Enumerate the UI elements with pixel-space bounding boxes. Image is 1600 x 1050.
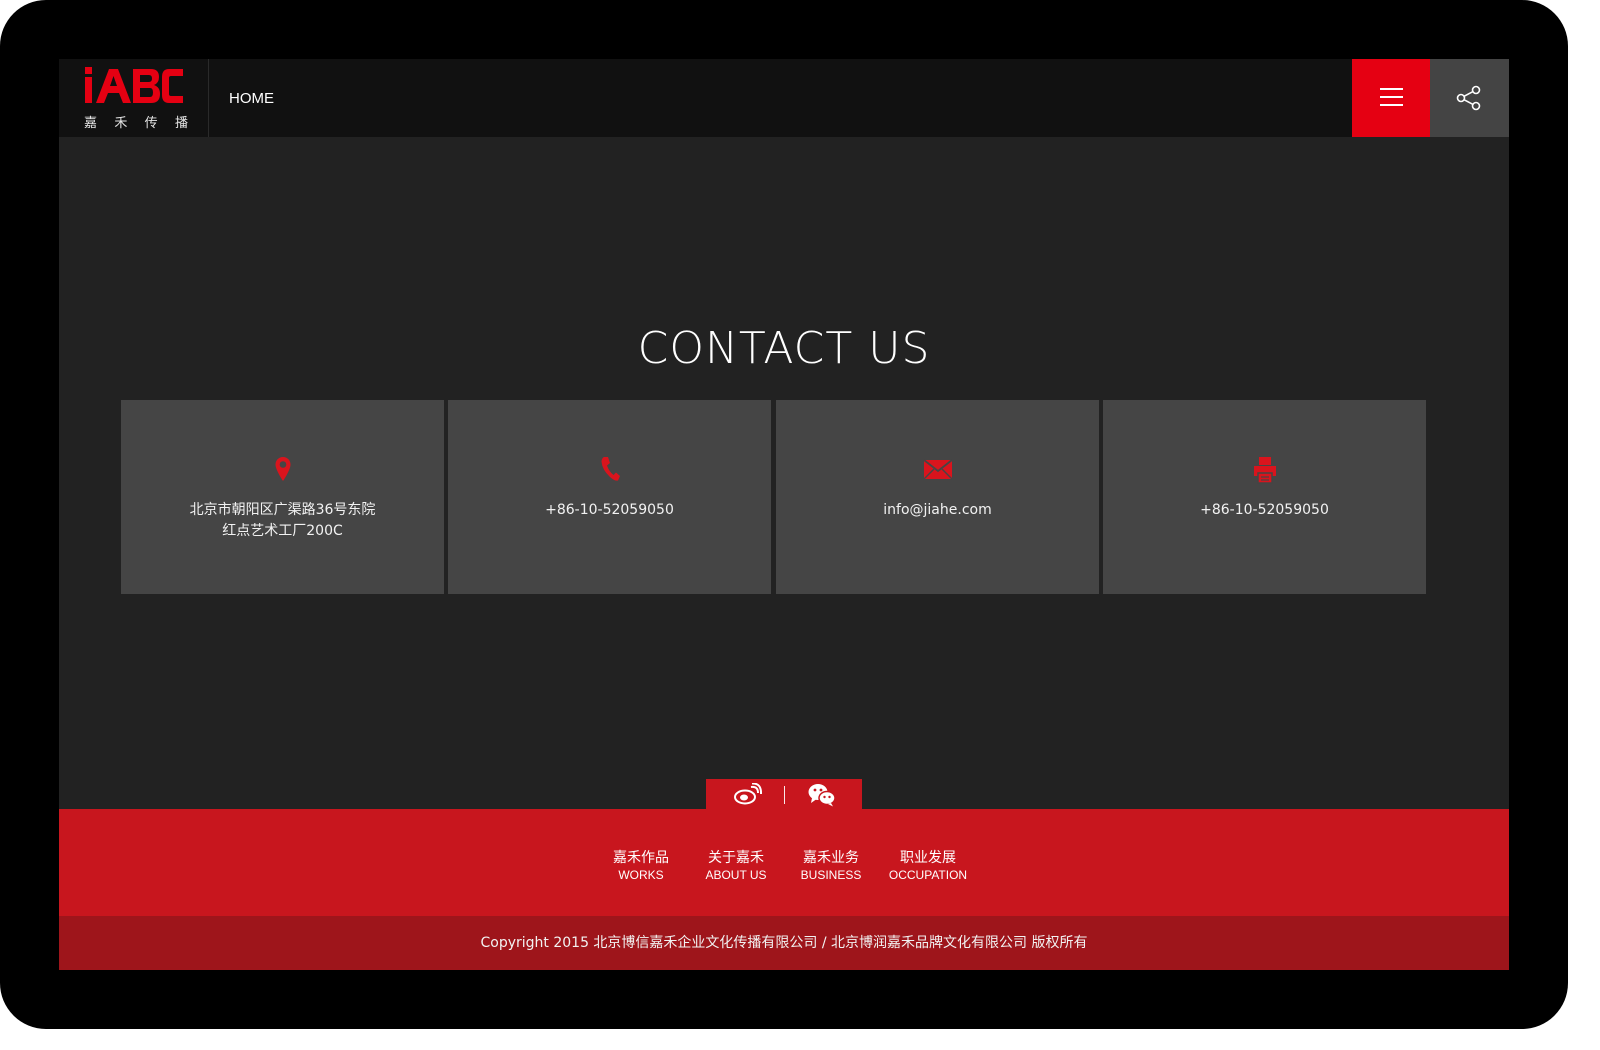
social-divider: [784, 786, 785, 804]
hamburger-icon: [1380, 96, 1403, 98]
logo-char: 禾: [114, 116, 128, 131]
footer-nav-cn: 关于嘉禾: [708, 850, 764, 866]
copyright-text: Copyright 2015 北京博信嘉禾企业文化传播有限公司 / 北京博润嘉禾…: [59, 916, 1509, 970]
location-pin-icon: [121, 456, 444, 486]
footer-nav-cn: 职业发展: [900, 850, 956, 866]
contact-card-phone: +86-10-52059050: [448, 400, 771, 594]
footer-nav-business[interactable]: 嘉禾业务 BUSINESS: [791, 849, 871, 883]
address-text: 北京市朝阳区广渠路36号东院 红点艺术工厂200C: [121, 500, 444, 542]
footer-nav-occupation[interactable]: 职业发展 OCCUPATION: [883, 849, 973, 883]
footer-nav-en: BUSINESS: [800, 868, 862, 882]
footer-nav-about[interactable]: 关于嘉禾 ABOUT US: [696, 849, 776, 883]
printer-icon: [1103, 456, 1426, 486]
share-icon: [1456, 85, 1481, 111]
top-header: 嘉 禾 传 播 HOME: [59, 59, 1509, 137]
footer-nav-en: WORKS: [618, 868, 664, 882]
email-icon: [776, 456, 1099, 486]
share-button[interactable]: [1430, 59, 1509, 137]
email-text[interactable]: info@jiahe.com: [776, 500, 1099, 521]
logo-char: 嘉: [84, 116, 98, 131]
phone-text[interactable]: +86-10-52059050: [448, 500, 771, 521]
phone-icon: [448, 456, 771, 486]
footer-nav-en: ABOUT US: [705, 868, 767, 882]
social-links: [706, 779, 862, 809]
wechat-icon[interactable]: [808, 783, 836, 812]
menu-button[interactable]: [1352, 59, 1430, 137]
contact-card-address: 北京市朝阳区广渠路36号东院 红点艺术工厂200C: [121, 400, 444, 594]
footer-nav-cn: 嘉禾作品: [613, 850, 669, 866]
footer-nav-en: OCCUPATION: [888, 868, 968, 882]
page-title: CONTACT US: [637, 323, 931, 374]
contact-cards: 北京市朝阳区广渠路36号东院 红点艺术工厂200C +86-10-5205905…: [121, 400, 1426, 594]
hamburger-icon: [1380, 104, 1403, 106]
site-logo[interactable]: 嘉 禾 传 播: [59, 59, 209, 137]
browser-viewport: 嘉 禾 传 播 HOME CONTACT US 北京市朝阳区广渠路36号东院 红…: [59, 59, 1509, 970]
logo-mark: [85, 67, 183, 103]
logo-char: 播: [174, 116, 188, 131]
logo-chinese-text: 嘉 禾 传 播: [84, 112, 188, 131]
device-frame: 嘉 禾 传 播 HOME CONTACT US 北京市朝阳区广渠路36号东院 红…: [0, 0, 1568, 1029]
address-line-1: 北京市朝阳区广渠路36号东院: [189, 502, 376, 518]
fax-text: +86-10-52059050: [1200, 502, 1329, 518]
weibo-icon[interactable]: [734, 782, 763, 810]
logo-char: 传: [144, 116, 158, 131]
hamburger-icon: [1380, 88, 1403, 90]
contact-card-email: info@jiahe.com: [776, 400, 1099, 594]
footer-nav-works[interactable]: 嘉禾作品 WORKS: [601, 849, 681, 883]
nav-home-link[interactable]: HOME: [229, 90, 274, 107]
contact-card-fax: +86-10-52059050: [1103, 400, 1426, 594]
address-line-2: 红点艺术工厂200C: [222, 523, 343, 539]
footer-nav-cn: 嘉禾业务: [803, 850, 859, 866]
footer-nav-bar: 嘉禾作品 WORKS 关于嘉禾 ABOUT US 嘉禾业务 BUSINESS 职…: [59, 809, 1509, 916]
